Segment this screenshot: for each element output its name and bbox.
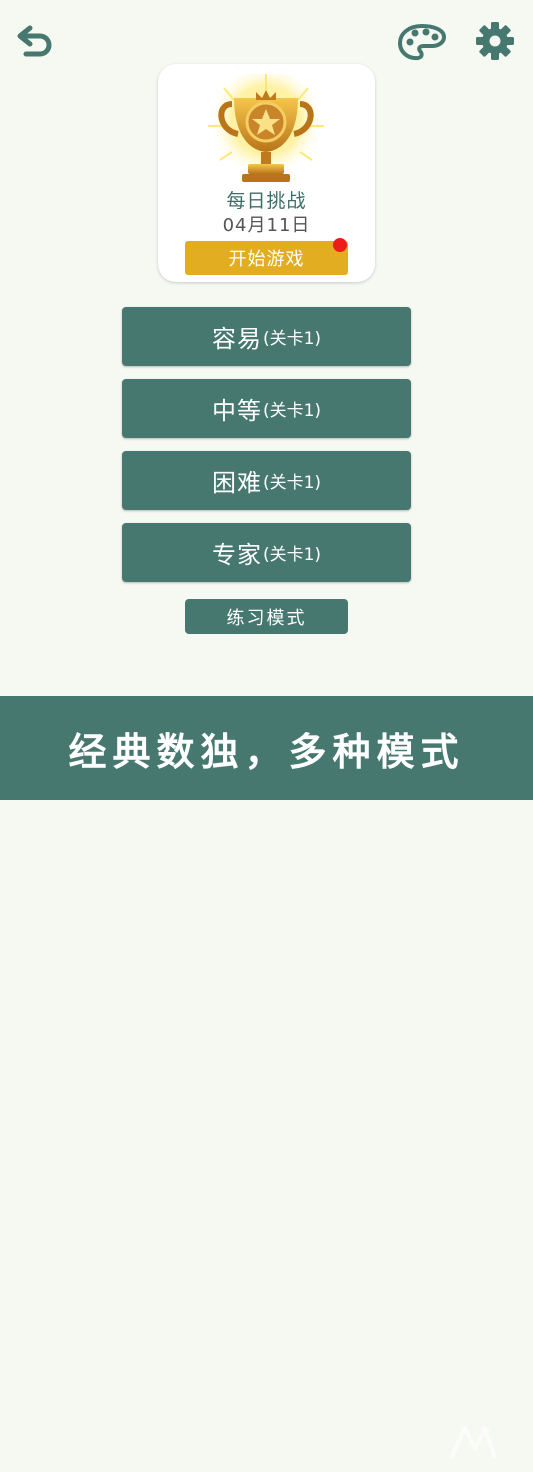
gear-icon[interactable]: [472, 20, 518, 62]
medium-level-button[interactable]: 中等 (关卡1): [122, 379, 411, 438]
notification-dot: [333, 238, 347, 252]
expert-level-button[interactable]: 专家 (关卡1): [122, 523, 411, 582]
back-arrow-icon[interactable]: [16, 24, 56, 58]
palette-icon[interactable]: [396, 22, 448, 62]
practice-mode-button[interactable]: 练习模式: [185, 599, 348, 634]
level-stage: (关卡1): [262, 401, 322, 421]
daily-challenge-date: 04月11日: [222, 215, 311, 236]
level-stage: (关卡1): [262, 329, 322, 349]
daily-challenge-card: 每日挑战 04月11日 开始游戏: [158, 64, 375, 282]
trophy-icon: [206, 68, 326, 192]
level-label: 容易: [211, 325, 262, 353]
level-stage: (关卡1): [262, 473, 322, 493]
promo-banner: 经典数独，多种模式: [0, 696, 533, 1459]
banner-text: 经典数独，多种模式: [68, 729, 465, 774]
hard-level-button[interactable]: 困难 (关卡1): [122, 451, 411, 510]
level-label: 专家: [211, 541, 262, 569]
easy-level-button[interactable]: 容易 (关卡1): [122, 307, 411, 366]
watermark-logo-icon: [445, 1418, 501, 1468]
start-game-button[interactable]: 开始游戏: [185, 241, 348, 275]
daily-challenge-title: 每日挑战: [226, 190, 307, 212]
level-label: 中等: [211, 397, 262, 425]
level-stage: (关卡1): [262, 545, 322, 565]
level-label: 困难: [211, 469, 262, 497]
